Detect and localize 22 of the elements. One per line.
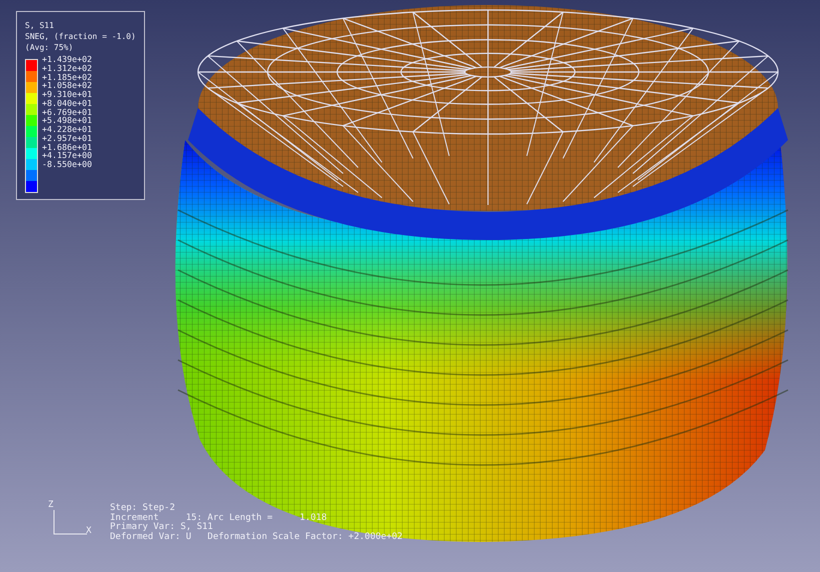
legend-value: +1.058e+02 — [42, 81, 92, 90]
legend-title: S, S11 — [25, 20, 55, 31]
legend-value: +1.185e+02 — [42, 72, 92, 82]
step-info-text: Step: Step-2 — [110, 504, 176, 514]
legend-value: +5.498e+01 — [42, 116, 92, 125]
legend-value: +9.310e+01 — [42, 90, 92, 99]
legend-value: +1.686e+01 — [42, 142, 92, 152]
legend-value: +1.439e+02 — [42, 55, 92, 64]
legend-value: -8.550e+00 — [42, 160, 92, 169]
legend-value: +8.040e+01 — [42, 98, 92, 108]
step-info-text: Increment 15: Arc Length = 1.018 — [110, 514, 328, 522]
axis-label: X — [86, 526, 92, 536]
step-info-text: Deformed Var: U Deformation Scale Factor: +2.000e+02 — [110, 532, 403, 542]
legend-title: (Avg: 75%) — [25, 42, 74, 53]
legend-value: +1.312e+02 — [42, 64, 92, 72]
step-info-text: Primary Var: S, S11 — [110, 523, 214, 532]
legend-value: +2.957e+01 — [42, 134, 92, 142]
legend-title: SNEG, (fraction = -1.0) — [25, 31, 136, 42]
legend-value: +6.769e+01 — [42, 108, 92, 116]
legend-value: +4.157e+00 — [42, 151, 92, 160]
legend-value: +4.228e+01 — [42, 125, 92, 134]
axis-label: Z — [48, 500, 54, 510]
